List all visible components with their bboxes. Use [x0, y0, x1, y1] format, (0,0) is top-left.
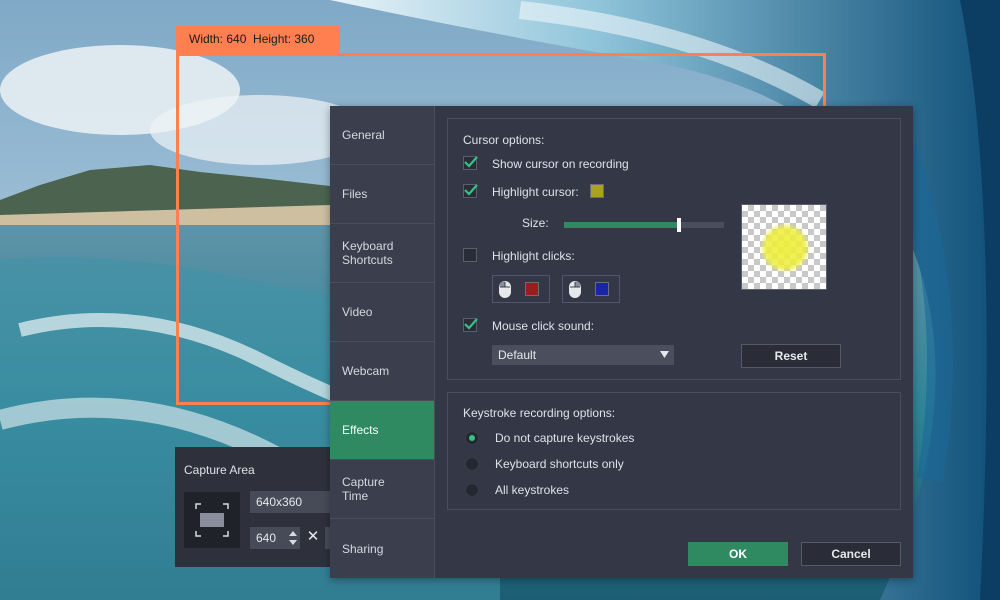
nav-item-keyboard-shortcuts[interactable]: Keyboard Shortcuts [330, 224, 434, 283]
checkmark-icon [464, 156, 478, 168]
nav-item-effects[interactable]: Effects [330, 401, 434, 460]
width-stepper-icon[interactable] [289, 530, 297, 546]
checkmark-icon [464, 318, 478, 330]
highlight-cursor-label: Highlight cursor: [492, 185, 579, 199]
nav-item-label: Files [342, 187, 368, 201]
highlight-cursor-checkbox[interactable] [463, 184, 478, 198]
cursor-options-title: Cursor options: [463, 133, 545, 147]
capture-area-title: Capture Area [184, 463, 255, 477]
nav-item-sharing[interactable]: Sharing [330, 519, 434, 578]
capture-size-preset-dropdown[interactable]: 640x360 [250, 491, 335, 513]
click-sound-dropdown[interactable]: Default [492, 345, 674, 365]
capture-width-input[interactable]: 640 [250, 527, 300, 549]
nav-item-label: Video [342, 305, 373, 319]
cancel-button[interactable]: Cancel [801, 542, 901, 566]
reset-button[interactable]: Reset [741, 344, 841, 368]
highlight-clicks-checkbox[interactable] [463, 248, 477, 262]
nav-item-label: Effects [342, 423, 379, 437]
size-slider-fill [564, 222, 679, 228]
radio-no-keystrokes[interactable] [465, 431, 479, 445]
radio-shortcuts-only[interactable] [465, 457, 479, 471]
no-keystrokes-label: Do not capture keystrokes [495, 431, 635, 445]
ok-button[interactable]: OK [688, 542, 788, 566]
dropdown-arrow-icon [660, 351, 669, 358]
nav-item-label: Sharing [342, 541, 384, 556]
all-keystrokes-label: All keystrokes [495, 483, 570, 497]
capture-area-icon [195, 503, 229, 537]
nav-item-files[interactable]: Files [330, 165, 434, 224]
show-cursor-checkbox[interactable] [463, 156, 478, 170]
cursor-highlight-preview [741, 204, 827, 290]
capture-width-value: 640 [256, 531, 277, 545]
nav-item-label: Keyboard Shortcuts [342, 239, 394, 267]
right-click-color-swatch[interactable] [595, 282, 609, 296]
nav-item-general[interactable]: General [330, 106, 434, 165]
size-label: Size: [522, 216, 549, 230]
mouse-right-click-icon [569, 281, 581, 298]
nav-item-label: Webcam [342, 364, 390, 378]
settings-dialog: General Files Keyboard Shortcuts Video W… [330, 106, 913, 578]
settings-nav: General Files Keyboard Shortcuts Video W… [330, 106, 435, 578]
keystroke-options-group: Keystroke recording options: Do not capt… [447, 392, 901, 510]
times-icon: ✕ [306, 528, 320, 545]
mouse-click-sound-checkbox[interactable] [463, 318, 478, 332]
cursor-options-group: Cursor options: Show cursor on recording… [447, 118, 901, 380]
capture-dimensions-label: Width: 640 Height: 360 [176, 26, 340, 53]
mouse-left-click-icon [499, 281, 511, 298]
click-sound-selected-value: Default [498, 348, 537, 362]
left-click-highlight[interactable] [492, 275, 550, 303]
right-click-highlight[interactable] [562, 275, 620, 303]
highlight-size-slider[interactable] [564, 218, 724, 232]
nav-item-capture-time[interactable]: Capture Time [330, 460, 434, 519]
checkmark-icon [464, 184, 478, 196]
size-slider-thumb[interactable] [677, 218, 681, 232]
shortcuts-only-label: Keyboard shortcuts only [495, 457, 624, 471]
highlight-cursor-color-swatch[interactable] [590, 184, 604, 198]
nav-item-webcam[interactable]: Webcam [330, 342, 434, 401]
radio-all-keystrokes[interactable] [465, 483, 479, 497]
capture-area-select-button[interactable] [184, 492, 240, 548]
mouse-click-sound-label: Mouse click sound: [492, 319, 595, 333]
show-cursor-label: Show cursor on recording [492, 157, 629, 171]
nav-item-video[interactable]: Video [330, 283, 434, 342]
capture-area-panel: Capture Area 640x360 640 ✕ [175, 447, 335, 567]
highlight-preview-glow [760, 223, 810, 273]
nav-item-label: General [342, 128, 385, 142]
nav-item-label: Capture Time [342, 475, 385, 503]
keystroke-options-title: Keystroke recording options: [463, 406, 616, 420]
left-click-color-swatch[interactable] [525, 282, 539, 296]
highlight-clicks-label: Highlight clicks: [492, 249, 575, 263]
